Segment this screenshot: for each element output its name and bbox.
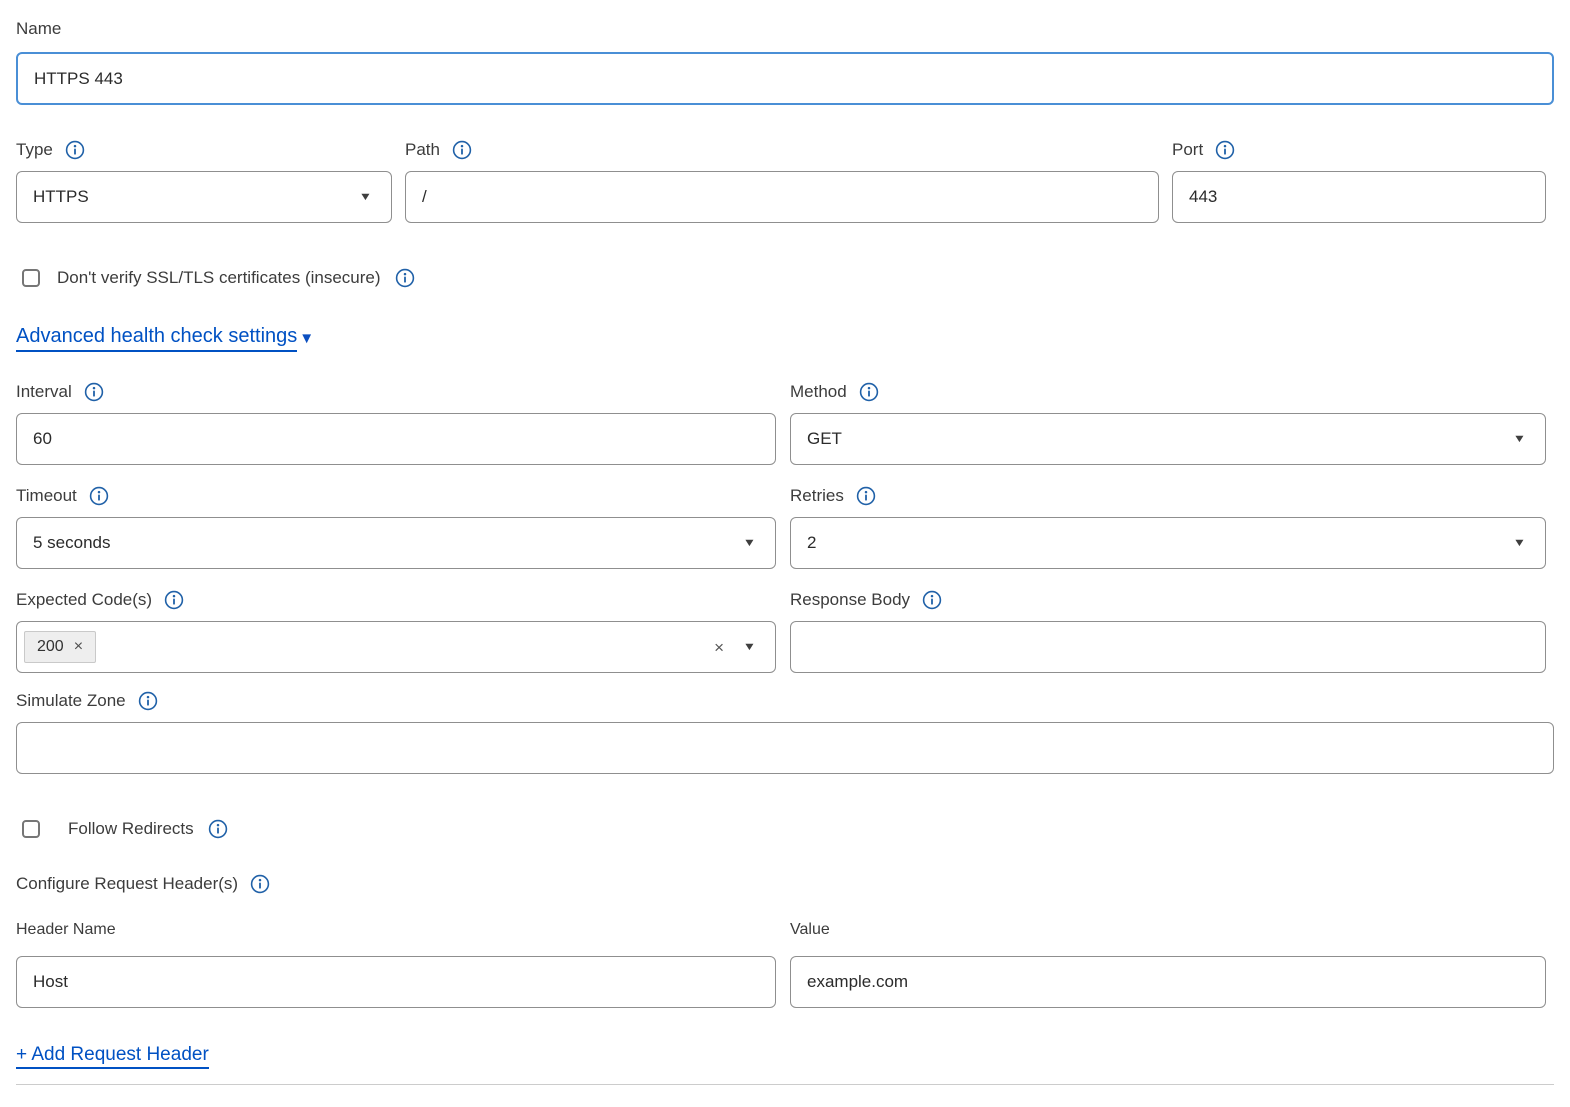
response-body-info-icon[interactable] [922, 590, 942, 610]
method-field-group: Method GET ▼ [790, 381, 1546, 465]
chevron-down-icon: ▼ [1513, 538, 1527, 549]
follow-redirects-checkbox[interactable] [22, 820, 40, 838]
timeout-select-value: 5 seconds [33, 533, 111, 553]
name-input[interactable] [16, 52, 1554, 105]
tag-remove-icon[interactable]: × [74, 639, 83, 655]
chevron-down-icon: ▼ [743, 538, 757, 549]
simulate-zone-label: Simulate Zone [16, 690, 126, 712]
chevron-down-icon: ▼ [743, 642, 757, 653]
expected-codes-info-icon[interactable] [164, 590, 184, 610]
add-request-header-link[interactable]: + Add Request Header [16, 1044, 209, 1069]
timeout-label: Timeout [16, 485, 77, 507]
retries-info-icon[interactable] [856, 486, 876, 506]
type-label: Type [16, 139, 53, 161]
type-path-port-row: Type HTTPS ▼ Path Port [16, 139, 1554, 223]
type-info-icon[interactable] [65, 140, 85, 160]
header-name-field-group: Header Name [16, 921, 776, 1008]
ssl-verify-label: Don't verify SSL/TLS certificates (insec… [57, 268, 381, 288]
retries-select[interactable]: 2 ▼ [790, 517, 1546, 569]
simulate-zone-input[interactable] [16, 722, 1554, 774]
response-body-input[interactable] [790, 621, 1546, 673]
section-divider [16, 1084, 1554, 1085]
follow-redirects-label: Follow Redirects [68, 819, 194, 839]
chevron-down-icon: ▼ [1513, 434, 1527, 445]
method-select-value: GET [807, 429, 842, 449]
expected-code-tag: 200 × [24, 631, 96, 663]
configure-request-headers-info-icon[interactable] [250, 874, 270, 894]
name-field-group: Name [16, 18, 1554, 105]
simulate-zone-info-icon[interactable] [138, 691, 158, 711]
path-field-group: Path [405, 139, 1159, 223]
header-name-input[interactable] [16, 956, 776, 1008]
header-value-column-label: Value [790, 921, 1546, 942]
simulate-zone-field-group: Simulate Zone [16, 690, 1554, 774]
ssl-checkbox-section: Don't verify SSL/TLS certificates (insec… [16, 267, 1554, 289]
timeout-field-group: Timeout 5 seconds ▼ [16, 485, 776, 569]
retries-select-value: 2 [807, 533, 816, 553]
port-info-icon[interactable] [1215, 140, 1235, 160]
chevron-down-icon: ▼ [359, 192, 373, 203]
response-body-label: Response Body [790, 589, 910, 611]
request-headers-section-title: Configure Request Header(s) [16, 873, 1554, 895]
type-select[interactable]: HTTPS ▼ [16, 171, 392, 223]
configure-request-headers-label: Configure Request Header(s) [16, 873, 238, 895]
ssl-verify-checkbox[interactable] [22, 269, 40, 287]
interval-field-group: Interval [16, 381, 776, 465]
interval-input[interactable] [16, 413, 776, 465]
header-name-column-label: Header Name [16, 921, 776, 942]
type-field-group: Type HTTPS ▼ [16, 139, 392, 223]
header-value-field-group: Value [790, 921, 1546, 1008]
response-body-field-group: Response Body [790, 589, 1546, 673]
expected-codes-multiselect[interactable]: 200 × × ▼ [16, 621, 776, 673]
expected-codes-label: Expected Code(s) [16, 589, 152, 611]
method-select[interactable]: GET ▼ [790, 413, 1546, 465]
expected-codes-field-group: Expected Code(s) 200 × × ▼ [16, 589, 776, 673]
port-field-group: Port [1172, 139, 1546, 223]
caret-down-icon: ▼ [299, 331, 314, 346]
name-label: Name [16, 18, 61, 40]
retries-label: Retries [790, 485, 844, 507]
path-input[interactable] [405, 171, 1159, 223]
interval-info-icon[interactable] [84, 382, 104, 402]
method-label: Method [790, 381, 847, 403]
expected-code-tag-value: 200 [37, 638, 64, 656]
clear-all-icon[interactable]: × [714, 639, 724, 656]
interval-label: Interval [16, 381, 72, 403]
request-header-row: Header Name Value [16, 921, 1554, 1008]
timeout-select[interactable]: 5 seconds ▼ [16, 517, 776, 569]
add-request-header-row: + Add Request Header [16, 1044, 1554, 1066]
retries-field-group: Retries 2 ▼ [790, 485, 1546, 569]
follow-redirects-section: Follow Redirects [16, 818, 1554, 840]
header-value-input[interactable] [790, 956, 1546, 1008]
path-label: Path [405, 139, 440, 161]
method-info-icon[interactable] [859, 382, 879, 402]
ssl-verify-info-icon[interactable] [395, 268, 415, 288]
follow-redirects-info-icon[interactable] [208, 819, 228, 839]
timeout-info-icon[interactable] [89, 486, 109, 506]
port-input[interactable] [1172, 171, 1546, 223]
port-label: Port [1172, 139, 1203, 161]
advanced-settings-link[interactable]: Advanced health check settings [16, 325, 297, 352]
path-info-icon[interactable] [452, 140, 472, 160]
type-select-value: HTTPS [33, 187, 89, 207]
advanced-settings-grid: Interval Method GET ▼ Timeout [16, 381, 1554, 673]
advanced-settings-toggle[interactable]: Advanced health check settings ▼ [16, 325, 314, 351]
